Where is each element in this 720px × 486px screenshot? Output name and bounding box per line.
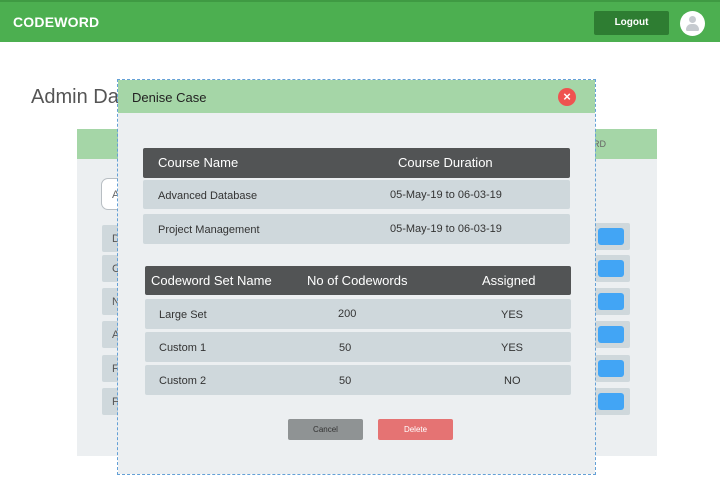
delete-button[interactable]: Delete (378, 419, 453, 440)
avatar-body (686, 24, 699, 31)
background-row-button-fill (598, 260, 624, 277)
table-row: Advanced Database 05-May-19 to 06-03-19 (143, 180, 570, 209)
user-avatar-icon[interactable] (680, 11, 705, 36)
cancel-button[interactable]: Cancel (288, 419, 363, 440)
background-row-button[interactable] (595, 223, 630, 250)
course-name-cell: Project Management (158, 224, 260, 236)
table-row: Custom 1 50 YES (145, 332, 571, 362)
codeword-assigned-header: Assigned (482, 273, 536, 288)
course-duration-cell: 05-May-19 to 06-03-19 (390, 189, 502, 201)
codeword-assigned-cell: YES (501, 342, 524, 354)
avatar-head (689, 16, 696, 23)
background-row-button[interactable] (595, 321, 630, 348)
codeword-count-header: No of Codewords (307, 273, 408, 288)
background-row-button-fill (598, 293, 624, 310)
close-icon[interactable]: × (558, 88, 576, 106)
background-row-button-fill (598, 393, 624, 410)
codeword-count-cell: 200 (338, 308, 357, 320)
background-row-button[interactable] (595, 255, 630, 282)
page-title: Admin Da (31, 86, 119, 108)
background-row-button[interactable] (595, 355, 630, 382)
codeword-set-name-cell: Custom 2 (159, 375, 207, 387)
table-row: Custom 2 50 NO (145, 365, 571, 395)
course-duration-cell: 05-May-19 to 06-03-19 (390, 223, 502, 235)
table-row: Project Management 05-May-19 to 06-03-19 (143, 214, 570, 244)
codeword-count-cell: 50 (339, 342, 352, 354)
course-name-cell: Advanced Database (158, 190, 258, 202)
codeword-set-name-header: Codeword Set Name (151, 273, 272, 288)
codeword-assigned-cell: YES (501, 309, 524, 321)
codeword-set-name-cell: Large Set (159, 309, 207, 321)
codeword-count-cell: 50 (339, 375, 352, 387)
user-details-modal: Denise Case × Course Name Course Duratio… (117, 79, 596, 475)
background-row-button[interactable] (595, 388, 630, 415)
background-row-button-fill (598, 228, 624, 245)
modal-title: Denise Case (132, 90, 207, 105)
codewords-table-header: Codeword Set Name No of Codewords Assign… (145, 266, 571, 295)
modal-header: Denise Case × (118, 80, 595, 113)
top-bar: CODEWORD Logout (0, 0, 720, 42)
brand-logo[interactable]: CODEWORD (13, 14, 99, 30)
codeword-set-name-cell: Custom 1 (159, 342, 207, 354)
courses-table-header: Course Name Course Duration (143, 148, 570, 178)
course-duration-header: Course Duration (398, 155, 493, 170)
background-row-button[interactable] (595, 288, 630, 315)
background-row-button-fill (598, 326, 624, 343)
course-name-header: Course Name (158, 155, 239, 170)
background-row-button-fill (598, 360, 624, 377)
logout-button[interactable]: Logout (594, 11, 669, 35)
table-row: Large Set 200 YES (145, 299, 571, 329)
codeword-assigned-cell: NO (504, 375, 521, 387)
